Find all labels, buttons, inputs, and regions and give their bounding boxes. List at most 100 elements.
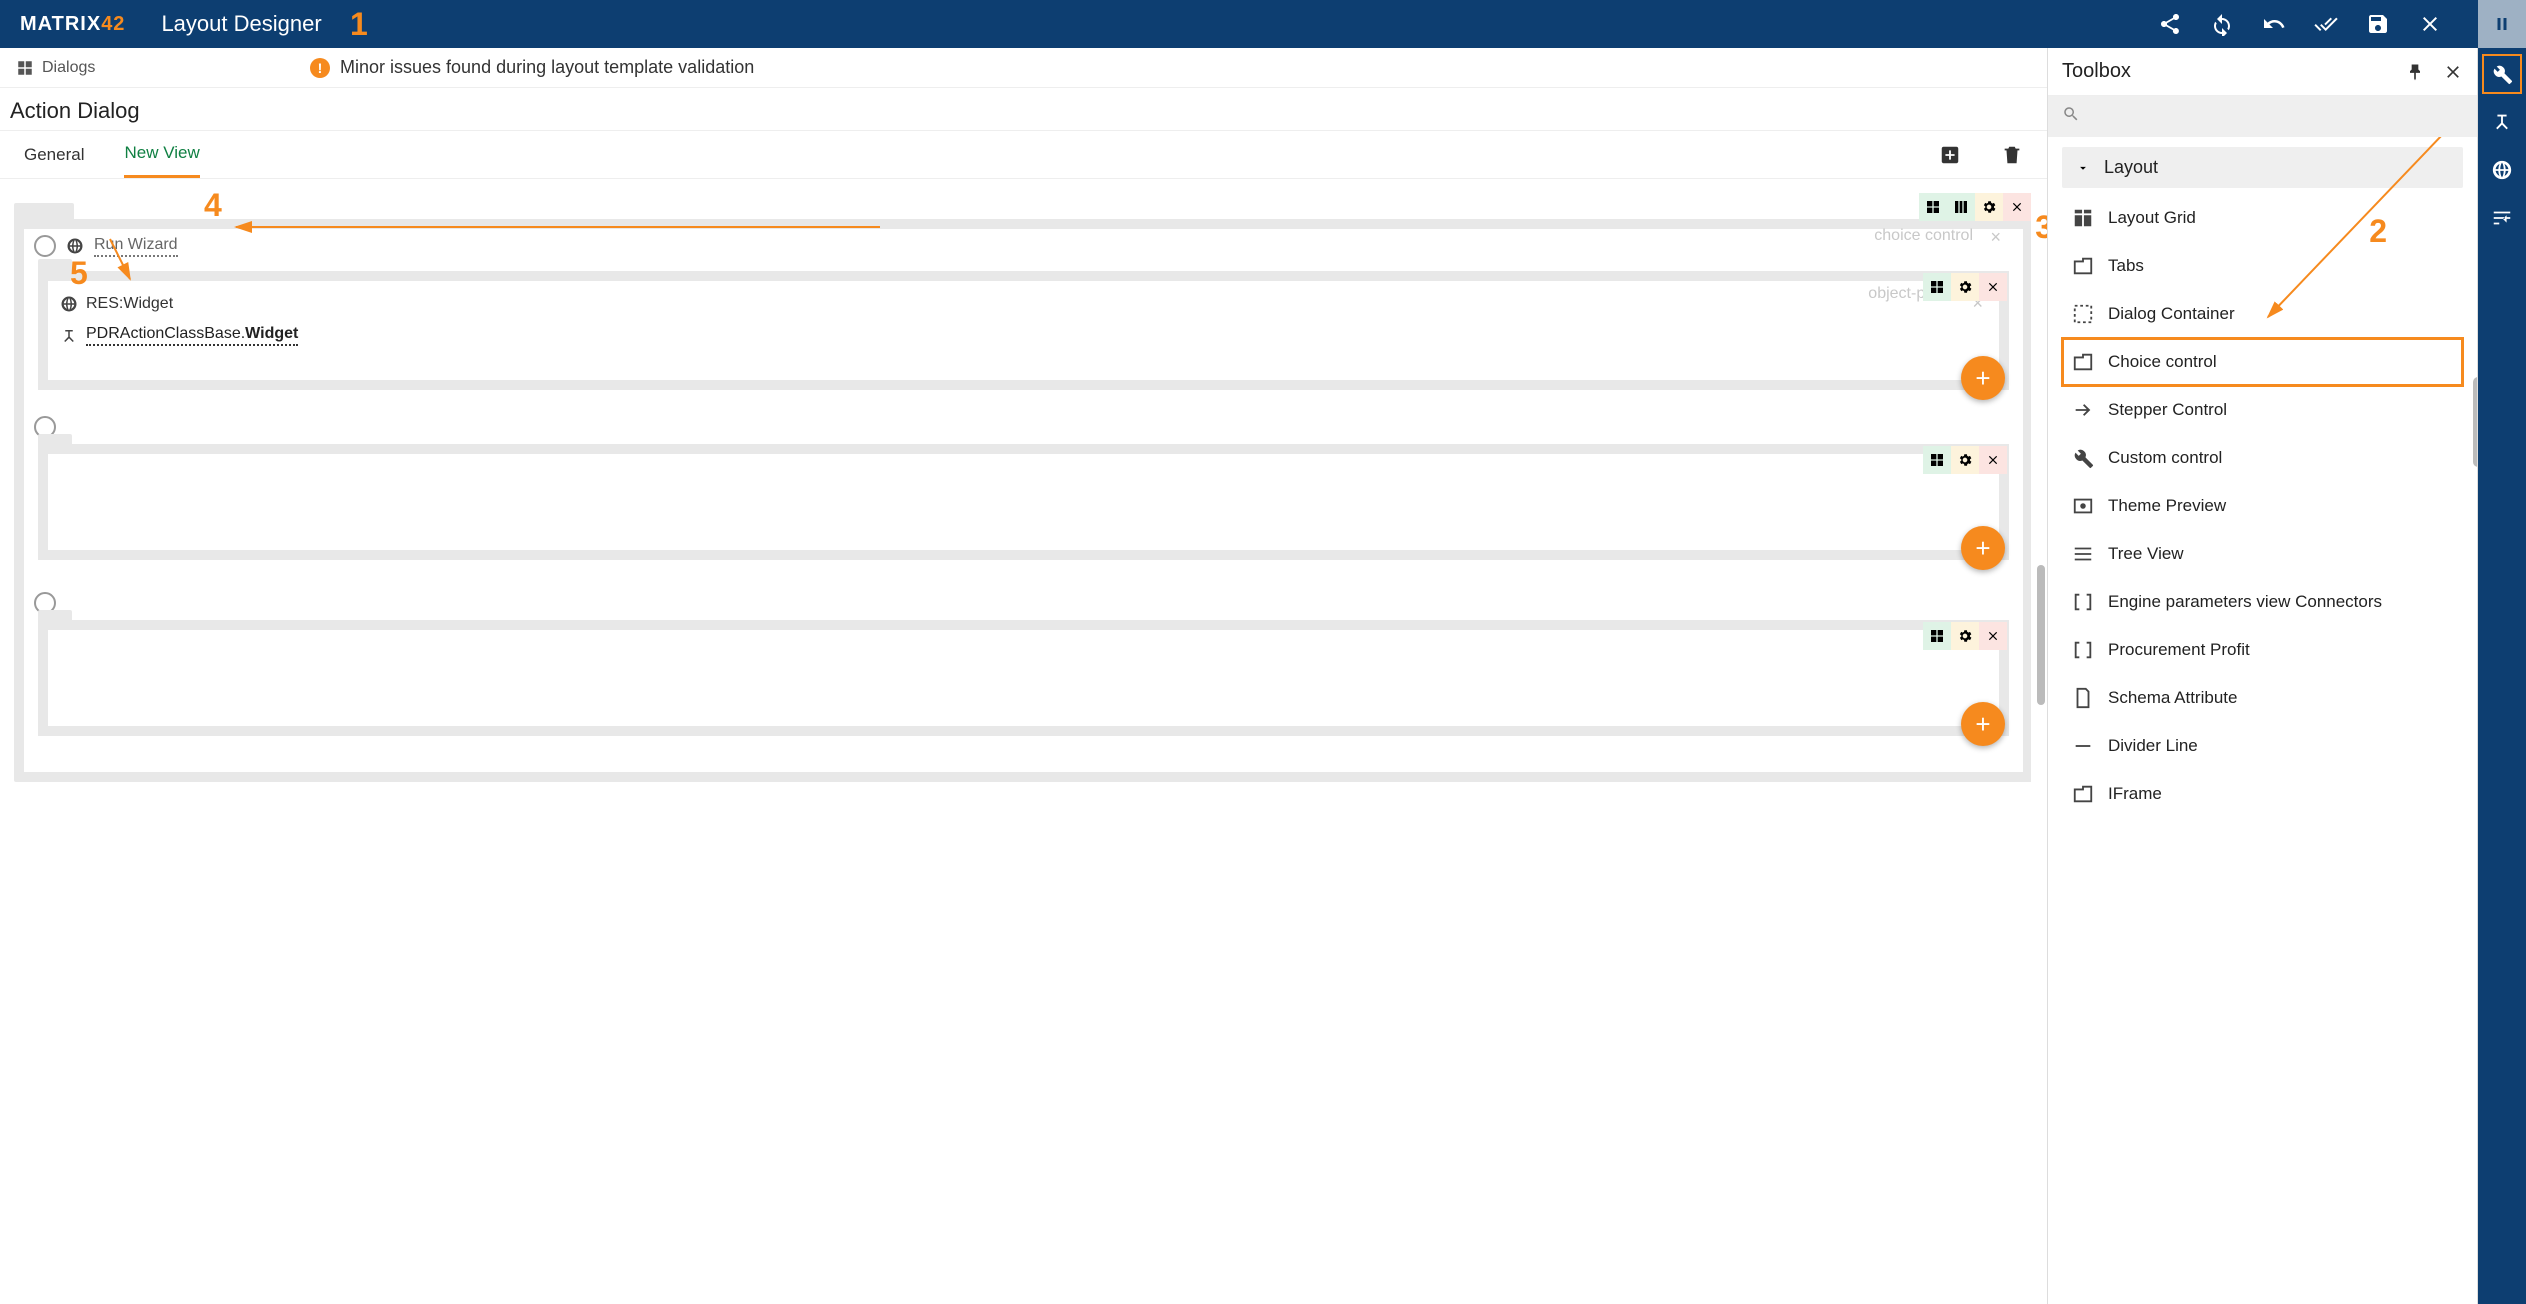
widget-res-label[interactable]: RES:Widget [86,295,173,313]
app-header: MATRIX42 Layout Designer 1 [0,0,2526,48]
toolbox-item-tree-view[interactable]: Tree View [2062,530,2463,578]
toolbox-item-tabs[interactable]: Tabs [2062,242,2463,290]
ghost-close-icon: × [1990,227,2001,248]
group-label: Layout [2104,157,2158,178]
toolbox-header: Toolbox [2048,48,2477,96]
validation-message[interactable]: ! Minor issues found during layout templ… [310,57,754,78]
delete-block-icon[interactable] [2003,193,2031,221]
main-area: Dialogs ! Minor issues found during layo… [0,48,2048,1304]
add-tab-icon[interactable] [1939,144,1961,166]
toolbox-group-layout[interactable]: Layout [2062,147,2463,188]
tab-new-view[interactable]: New View [124,131,199,178]
choice-option-run-wizard[interactable]: Run Wizard [24,229,2023,263]
logo-accent: 42 [101,13,125,36]
preview-icon [2072,495,2094,517]
settings-icon[interactable] [1951,622,1979,650]
choice-control-container[interactable]: choice control × Run Wizard [14,219,2033,782]
grid-view-icon[interactable] [1923,446,1951,474]
wrench-icon [2072,447,2094,469]
tab-general[interactable]: General [24,131,84,178]
scrollbar[interactable] [2031,189,2045,1294]
pause-button[interactable] [2478,0,2526,48]
toolbox-item-custom-control[interactable]: Custom control [2062,434,2463,482]
arrow-icon [2072,399,2094,421]
toolbox-item-theme-preview[interactable]: Theme Preview [2062,482,2463,530]
grid-view-icon[interactable] [1923,622,1951,650]
add-button[interactable]: + [1961,356,2005,400]
block-drag-handle[interactable] [38,259,72,273]
delete-block-icon[interactable] [1979,273,2007,301]
widget-block[interactable]: object-picker × RES:Widget [38,271,2009,390]
title-row: Action Dialog [0,88,2047,131]
toolbox-item-procurement-profit[interactable]: Procurement Profit [2062,626,2463,674]
toolbox-item-divider-line[interactable]: Divider Line [2062,722,2463,770]
delete-tab-icon[interactable] [2001,144,2023,166]
page-title: Action Dialog [10,98,2037,124]
toolbox-search[interactable] [2048,96,2477,137]
grid-icon [2072,207,2094,229]
settings-icon[interactable] [1975,193,2003,221]
done-all-icon[interactable] [2314,12,2338,36]
line-icon [2072,735,2094,757]
run-wizard-label[interactable]: Run Wizard [94,236,178,257]
close-icon[interactable] [2418,12,2442,36]
toolbox-item-iframe[interactable]: IFrame [2062,770,2463,818]
wrench-icon[interactable] [2488,60,2516,88]
settings-icon[interactable] [1951,273,1979,301]
delete-block-icon[interactable] [1979,446,2007,474]
add-button[interactable]: + [1961,526,2005,570]
toolbox-item-choice-control[interactable]: Choice control [2062,338,2463,386]
tool-label: Divider Line [2108,736,2198,756]
scrollbar[interactable] [2473,377,2477,467]
block-drag-handle[interactable] [38,610,72,624]
tool-label: Engine parameters view Connectors [2108,592,2382,612]
design-canvas[interactable]: choice control × Run Wizard [0,179,2047,1304]
header-actions [2158,0,2506,48]
radio-icon[interactable] [34,235,56,257]
breadcrumb-label[interactable]: Dialogs [42,59,95,77]
toolbox-title: Toolbox [2062,60,2131,83]
tool-label: Dialog Container [2108,304,2235,324]
tool-label: Tabs [2108,256,2144,276]
globe-icon [60,295,78,313]
grid-view-icon[interactable] [1923,273,1951,301]
tool-label: Schema Attribute [2108,688,2237,708]
app-title: Layout Designer [161,11,321,37]
search-icon [2062,105,2080,123]
choice-option-empty-1[interactable] [24,410,2023,444]
toolbox-item-schema-attribute[interactable]: Schema Attribute [2062,674,2463,722]
widget-binding-label[interactable]: PDRActionClassBase.Widget [86,325,298,346]
grid-view-icon[interactable] [1919,193,1947,221]
merge-icon[interactable] [2488,108,2516,136]
toolbox-item-engine-parameters-view-connectors[interactable]: Engine parameters view Connectors [2062,578,2463,626]
pin-icon[interactable] [2405,62,2425,82]
choice-option-empty-2[interactable] [24,586,2023,620]
settings-icon[interactable] [1951,446,1979,474]
block-drag-handle[interactable] [38,434,72,448]
brackets-icon [2072,591,2094,613]
delete-block-icon[interactable] [1979,622,2007,650]
toolbox-panel: Toolbox Layout Layout Grid Tabs Dialog Con… [2048,48,2478,1304]
column-view-icon[interactable] [1947,193,1975,221]
section-block[interactable]: + [38,620,2009,736]
refresh-icon[interactable] [2210,12,2234,36]
dashed-box-icon [2072,303,2094,325]
tool-label: Tree View [2108,544,2184,564]
share-icon[interactable] [2158,12,2182,36]
block-drag-handle[interactable] [14,203,74,221]
toolbox-item-stepper-control[interactable]: Stepper Control [2062,386,2463,434]
undo-icon[interactable] [2262,12,2286,36]
tool-label: Stepper Control [2108,400,2227,420]
logo: MATRIX42 [20,13,125,36]
section-block[interactable]: + [38,444,2009,560]
toolbox-item-layout-grid[interactable]: Layout Grid [2062,194,2463,242]
globe-icon[interactable] [2488,156,2516,184]
tune-icon[interactable] [2488,204,2516,232]
toolbox-item-dialog-container[interactable]: Dialog Container [2062,290,2463,338]
tool-label: Choice control [2108,352,2217,372]
close-panel-icon[interactable] [2443,62,2463,82]
toolbox-body: Layout Layout Grid Tabs Dialog Container Ch… [2048,137,2477,1304]
save-icon[interactable] [2366,12,2390,36]
annotation-1: 1 [350,6,368,43]
add-button[interactable]: + [1961,702,2005,746]
